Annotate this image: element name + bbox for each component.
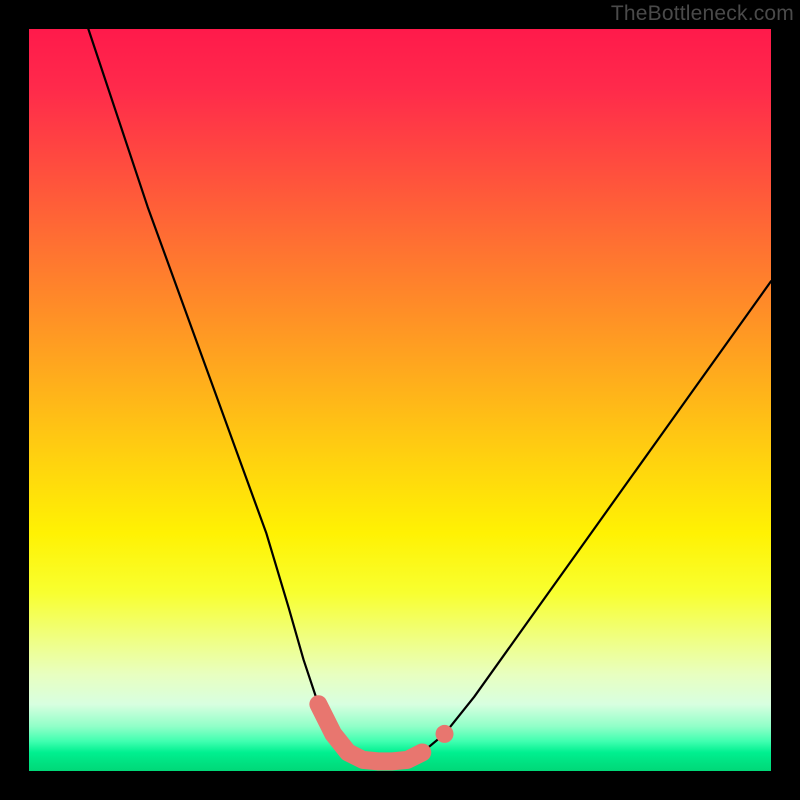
chart-plot-area <box>29 29 771 771</box>
bottleneck-curve-svg <box>29 29 771 771</box>
bottleneck-curve-line <box>88 29 771 761</box>
watermark-text: TheBottleneck.com <box>611 2 794 26</box>
bottleneck-highlight-segment <box>318 704 422 761</box>
chart-frame: TheBottleneck.com <box>0 0 800 800</box>
bottleneck-highlight-dot <box>436 725 454 743</box>
